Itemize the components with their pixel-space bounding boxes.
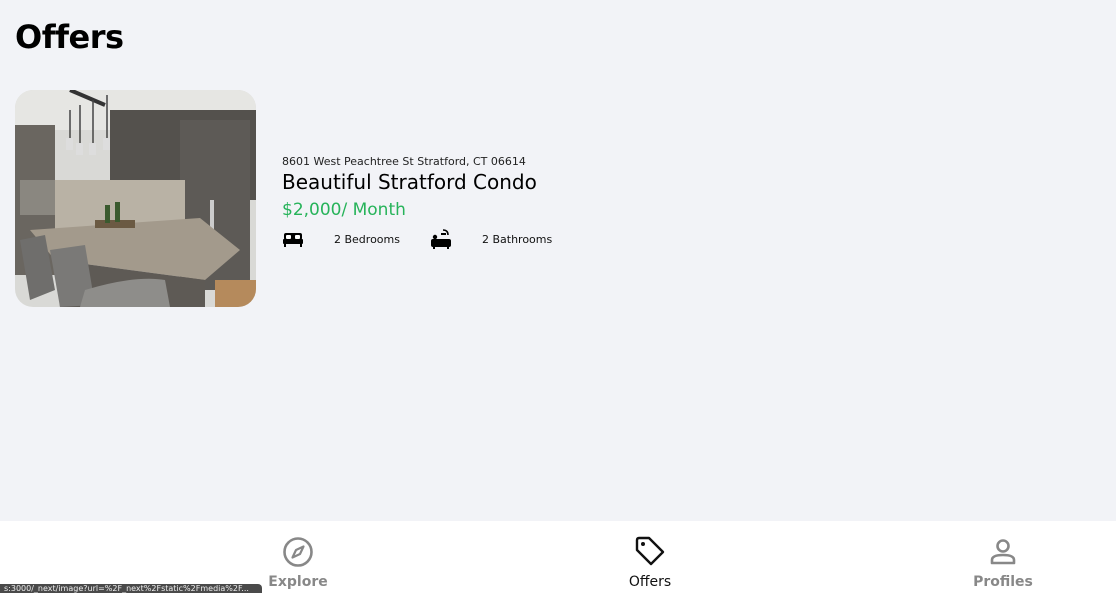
offer-features: 2 Bedrooms 2 Bathrooms <box>282 228 552 250</box>
bedrooms-label: 2 Bedrooms <box>334 232 400 246</box>
bottom-navigation: Explore Offers Profiles <box>0 521 1116 593</box>
nav-label-explore: Explore <box>268 574 328 590</box>
offer-info: 8601 West Peachtree St Stratford, CT 066… <box>282 155 552 250</box>
offer-image[interactable] <box>15 90 256 307</box>
status-bar-url: s:3000/_next/image?url=%2F_next%2Fstatic… <box>0 584 262 593</box>
offer-address: 8601 West Peachtree St Stratford, CT 066… <box>282 155 526 168</box>
offer-title[interactable]: Beautiful Stratford Condo <box>282 170 552 194</box>
compass-icon <box>282 536 314 568</box>
bathtub-icon <box>430 228 452 250</box>
bathrooms-feature: 2 Bathrooms <box>430 228 552 250</box>
nav-label-profiles: Profiles <box>973 574 1033 590</box>
nav-item-profiles[interactable]: Profiles <box>943 521 1063 593</box>
nav-item-explore[interactable]: Explore <box>238 521 358 593</box>
bedrooms-feature: 2 Bedrooms <box>282 228 400 250</box>
bed-icon <box>282 228 304 250</box>
bathrooms-label: 2 Bathrooms <box>481 232 553 246</box>
nav-label-offers: Offers <box>628 574 672 590</box>
tag-icon <box>634 536 666 568</box>
offer-price: $2,000/ Month <box>282 200 406 220</box>
page-title: Offers <box>15 18 124 56</box>
offers-page: Offers 8601 West Peachtree St Stratford,… <box>0 0 1116 593</box>
nav-item-offers[interactable]: Offers <box>590 521 710 593</box>
offer-card[interactable]: 8601 West Peachtree St Stratford, CT 066… <box>15 90 552 307</box>
person-icon <box>987 536 1019 568</box>
